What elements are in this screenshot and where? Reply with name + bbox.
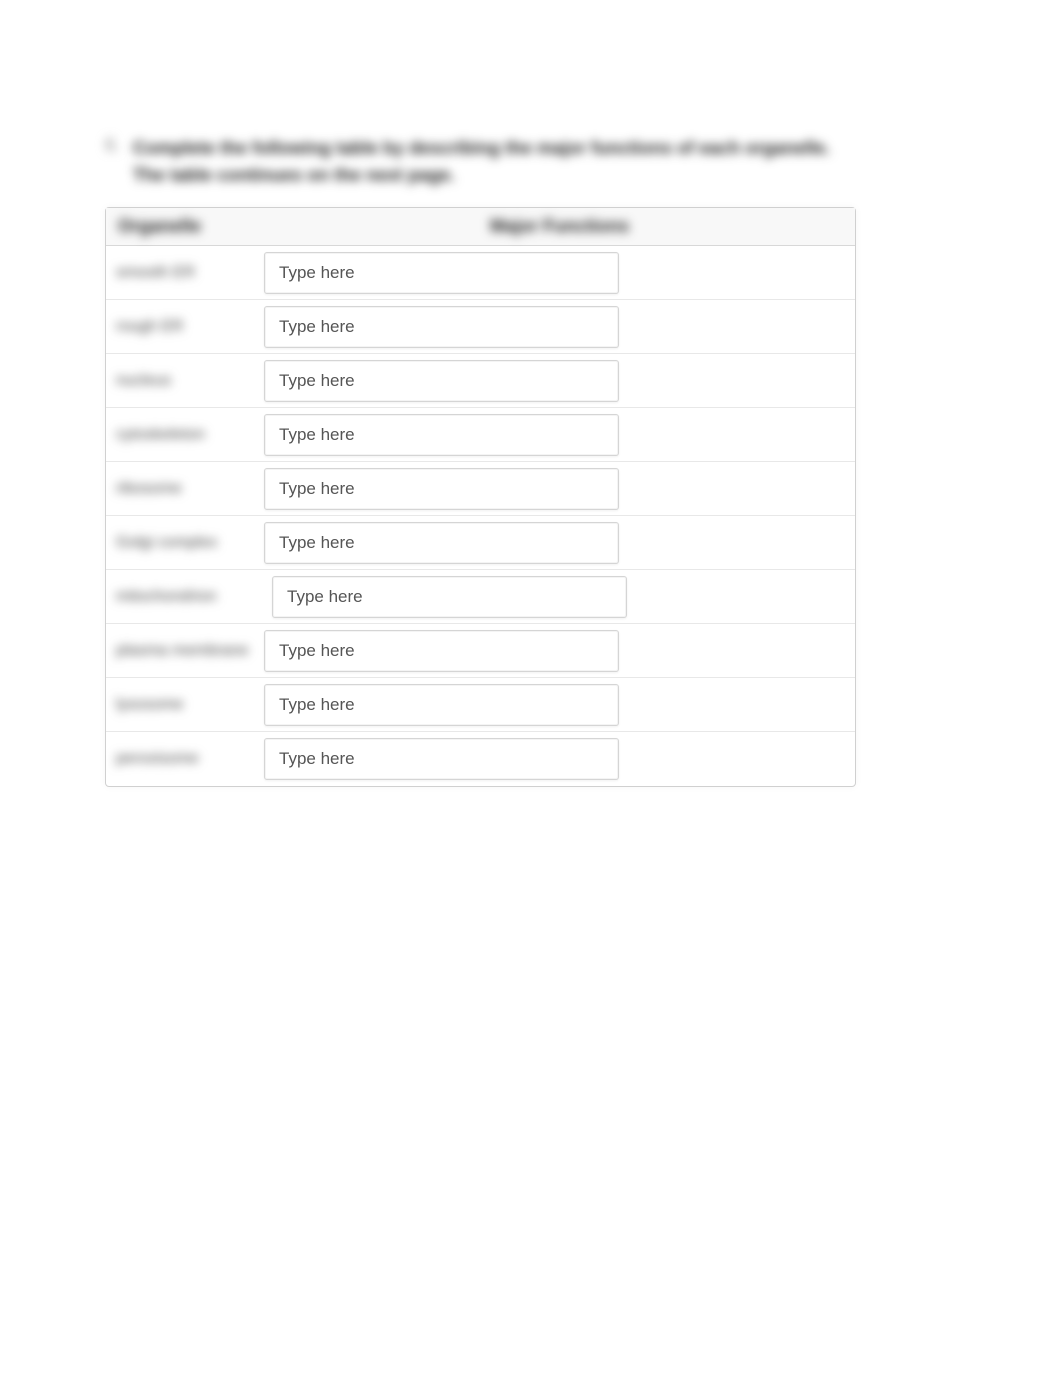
input-cell: Type here <box>264 248 632 298</box>
organelle-label: ribosome <box>106 480 264 498</box>
function-input[interactable]: Type here <box>264 468 619 510</box>
question-row: 6. Complete the following table by descr… <box>105 135 860 189</box>
function-input[interactable]: Type here <box>264 630 619 672</box>
input-cell: Type here <box>264 356 632 406</box>
table-row: plasma membrane Type here <box>106 624 855 678</box>
function-input[interactable]: Type here <box>264 522 619 564</box>
function-input[interactable]: Type here <box>272 576 627 618</box>
input-cell: Type here <box>264 518 632 568</box>
table-row: cytoskeleton Type here <box>106 408 855 462</box>
table-row: Golgi complex Type here <box>106 516 855 570</box>
organelle-label: rough ER <box>106 318 264 336</box>
input-cell: Type here <box>264 302 632 352</box>
table-row: rough ER Type here <box>106 300 855 354</box>
organelle-table: Organelle Major Functions smooth ER Type… <box>105 207 856 787</box>
page-content: 6. Complete the following table by descr… <box>105 135 860 787</box>
organelle-label: nucleus <box>106 372 264 390</box>
input-cell: Type here <box>264 572 632 622</box>
table-row: nucleus Type here <box>106 354 855 408</box>
organelle-label: plasma membrane <box>106 642 264 660</box>
input-cell: Type here <box>264 680 632 730</box>
organelle-label: peroxisome <box>106 750 264 768</box>
function-input[interactable]: Type here <box>264 414 619 456</box>
input-cell: Type here <box>264 734 632 784</box>
function-input[interactable]: Type here <box>264 738 619 780</box>
table-row: ribosome Type here <box>106 462 855 516</box>
function-input[interactable]: Type here <box>264 684 619 726</box>
header-organelle: Organelle <box>106 216 264 237</box>
table-row: peroxisome Type here <box>106 732 855 786</box>
organelle-label: lysosome <box>106 696 264 714</box>
table-row: mitochondrion Type here <box>106 570 855 624</box>
table-row: lysosome Type here <box>106 678 855 732</box>
table-header: Organelle Major Functions <box>106 208 855 246</box>
function-input[interactable]: Type here <box>264 306 619 348</box>
organelle-label: Golgi complex <box>106 534 264 552</box>
header-functions: Major Functions <box>264 216 855 237</box>
question-text: Complete the following table by describi… <box>133 135 860 189</box>
table-row: smooth ER Type here <box>106 246 855 300</box>
input-cell: Type here <box>264 410 632 460</box>
input-cell: Type here <box>264 626 632 676</box>
organelle-label: mitochondrion <box>106 588 264 606</box>
organelle-label: cytoskeleton <box>106 426 264 444</box>
function-input[interactable]: Type here <box>264 360 619 402</box>
function-input[interactable]: Type here <box>264 252 619 294</box>
question-number: 6. <box>105 135 133 156</box>
input-cell: Type here <box>264 464 632 514</box>
organelle-label: smooth ER <box>106 264 264 282</box>
